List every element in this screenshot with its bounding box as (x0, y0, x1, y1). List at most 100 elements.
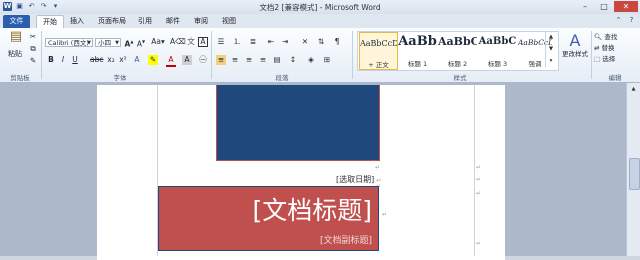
cover-blue-shape[interactable] (216, 85, 380, 161)
change-styles-label: 更改样式 (562, 50, 588, 58)
style-label: 标题 2 (447, 60, 468, 68)
character-border-icon[interactable]: A (198, 37, 208, 47)
tab-mailings[interactable]: 邮件 (163, 15, 183, 28)
style-heading-1[interactable]: AaBb 标题 1 (398, 32, 437, 70)
date-picker-field[interactable]: [选取日期] ↵ (336, 174, 381, 185)
show-formatting-icon[interactable]: ¶ (332, 37, 342, 47)
cover-title-shape[interactable]: [文档标题] [文档副标题] (158, 186, 379, 251)
style-heading-2[interactable]: AaBbC 标题 2 (438, 32, 477, 70)
style-heading-3[interactable]: AaBbC 标题 3 (478, 32, 517, 70)
text-effects-icon[interactable]: A (132, 55, 142, 65)
paragraph-mark: ↵ (476, 240, 482, 247)
tab-references[interactable]: 引用 (135, 15, 155, 28)
clipboard-group-label: 剪贴板 (10, 74, 30, 82)
style-label: 标题 1 (407, 60, 428, 68)
font-color-icon[interactable]: A (166, 55, 176, 67)
change-styles-button[interactable]: A 更改样式 (561, 32, 589, 59)
bullets-icon[interactable]: ☰ (216, 37, 226, 47)
style-preview: AaBbC (478, 36, 517, 47)
paragraph-mark: ↵ (375, 164, 381, 171)
bold-icon[interactable]: B (46, 55, 56, 65)
align-center-icon[interactable]: ≡ (230, 55, 240, 65)
character-shading-icon[interactable]: A (182, 55, 192, 65)
tab-file[interactable]: 文件 (3, 15, 30, 28)
window-title: 文档2 [兼容模式] - Microsoft Word (259, 3, 381, 12)
styles-scroll: ▲ ▼ ▾ (545, 31, 556, 69)
increase-indent-icon[interactable]: ⇥ (280, 37, 290, 47)
tab-insert[interactable]: 插入 (66, 15, 88, 28)
enclose-characters-icon[interactable]: ㊀ (198, 55, 208, 65)
maximize-icon[interactable]: □ (595, 1, 613, 12)
close-icon[interactable]: ✕ (614, 1, 638, 12)
font-size-combo[interactable]: 小四 ▼ (95, 38, 121, 47)
separator (41, 31, 42, 79)
find-button[interactable]: 🔍︎ 查找 (594, 32, 638, 43)
grow-font-icon[interactable]: A▲ (124, 37, 134, 49)
paste-button-label[interactable]: 粘贴 (8, 50, 22, 59)
strikethrough-icon[interactable]: abc (90, 55, 103, 65)
document-subtitle[interactable]: [文档副标题] (320, 233, 372, 246)
shrink-font-icon[interactable]: A▼ (136, 37, 146, 49)
find-icon: 🔍︎ (594, 33, 603, 41)
tab-right-controls: ⌃ ? (614, 16, 636, 25)
underline-icon[interactable]: U (70, 55, 80, 65)
window-controls: – □ ✕ (576, 1, 638, 12)
tab-page-layout[interactable]: 页面布局 (95, 15, 129, 28)
tab-home[interactable]: 开始 (36, 15, 64, 29)
scroll-up-icon[interactable]: ▲ (629, 85, 638, 93)
phonetic-guide-icon[interactable]: 文 (186, 37, 196, 47)
style-preview: AaBbC (438, 35, 477, 48)
replace-button[interactable]: ⇄ 替换 (594, 43, 638, 54)
document-title[interactable]: [文档标题] (252, 191, 372, 227)
date-placeholder: [选取日期] (336, 175, 375, 184)
editing-group: 🔍︎ 查找 ⇄ 替换 ⬚ 选择 (594, 32, 638, 65)
justify-icon[interactable]: ≡ (258, 55, 268, 65)
cut-icon[interactable]: ✂ (28, 32, 38, 42)
tab-view[interactable]: 视图 (219, 15, 239, 28)
copy-icon[interactable]: ⧉ (28, 44, 38, 54)
vertical-scrollbar[interactable]: ▲ (626, 83, 640, 256)
more-styles-icon[interactable]: ▾ (545, 55, 556, 67)
distribute-icon[interactable]: ▤ (272, 55, 282, 65)
replace-label: 替换 (601, 44, 615, 52)
multilevel-list-icon[interactable]: ≣ (248, 37, 258, 47)
paste-icon[interactable]: ▤ (9, 30, 23, 48)
decrease-indent-icon[interactable]: ⇤ (266, 37, 276, 47)
paragraph-group-label: 段落 (275, 74, 289, 82)
line-spacing-icon[interactable]: ↕ (288, 55, 298, 65)
highlight-color-icon[interactable]: ✎ (148, 55, 158, 65)
change-case-icon[interactable]: Aa▾ (151, 37, 165, 47)
shading-icon[interactable]: ◈ (306, 55, 316, 65)
font-name-value: Calibri (西文) (48, 39, 89, 47)
paragraph-mark: ↵ (476, 190, 482, 197)
style-normal[interactable]: AaBbCcD + 正文 (359, 32, 398, 70)
sort-icon[interactable]: ⇅ (316, 37, 326, 47)
borders-icon[interactable]: ⊞ (322, 55, 332, 65)
replace-icon: ⇄ (594, 44, 600, 52)
font-name-combo[interactable]: Calibri (西文) ▼ (45, 38, 93, 47)
chevron-down-icon[interactable]: ▼ (545, 43, 556, 55)
align-right-icon[interactable]: ≡ (244, 55, 254, 65)
numbering-icon[interactable]: ⒈ (232, 37, 242, 47)
paragraph-mark: ↵ (382, 211, 388, 218)
superscript-icon[interactable]: x² (118, 55, 128, 65)
scroll-thumb[interactable] (629, 158, 640, 190)
chinese-layout-icon[interactable]: ✕ (300, 37, 310, 47)
align-left-icon[interactable]: ≡ (216, 55, 226, 65)
separator (211, 31, 212, 79)
minimize-icon[interactable]: – (576, 1, 594, 12)
ribbon: ▤ 粘贴 ✂ ⧉ ✎ 剪贴板 Calibri (西文) ▼ 小四 ▼ A▲ A▼ A… (0, 28, 640, 83)
editing-group-label: 编辑 (608, 74, 622, 82)
format-painter-icon[interactable]: ✎ (28, 56, 38, 66)
collapse-ribbon-icon[interactable]: ⌃ (614, 16, 623, 25)
tab-review[interactable]: 审阅 (191, 15, 211, 28)
select-button[interactable]: ⬚ 选择 (594, 54, 638, 65)
title-bar: W ▣ ↶ ↷ ▾ 文档2 [兼容模式] - Microsoft Word – … (0, 0, 640, 14)
help-icon[interactable]: ? (627, 16, 636, 25)
italic-icon[interactable]: I (58, 55, 68, 65)
subscript-icon[interactable]: x₂ (106, 55, 116, 65)
margin-guide-right (474, 85, 475, 256)
clear-formatting-icon[interactable]: A⌫ (170, 37, 186, 47)
chevron-up-icon[interactable]: ▲ (545, 31, 556, 43)
separator (352, 31, 353, 79)
